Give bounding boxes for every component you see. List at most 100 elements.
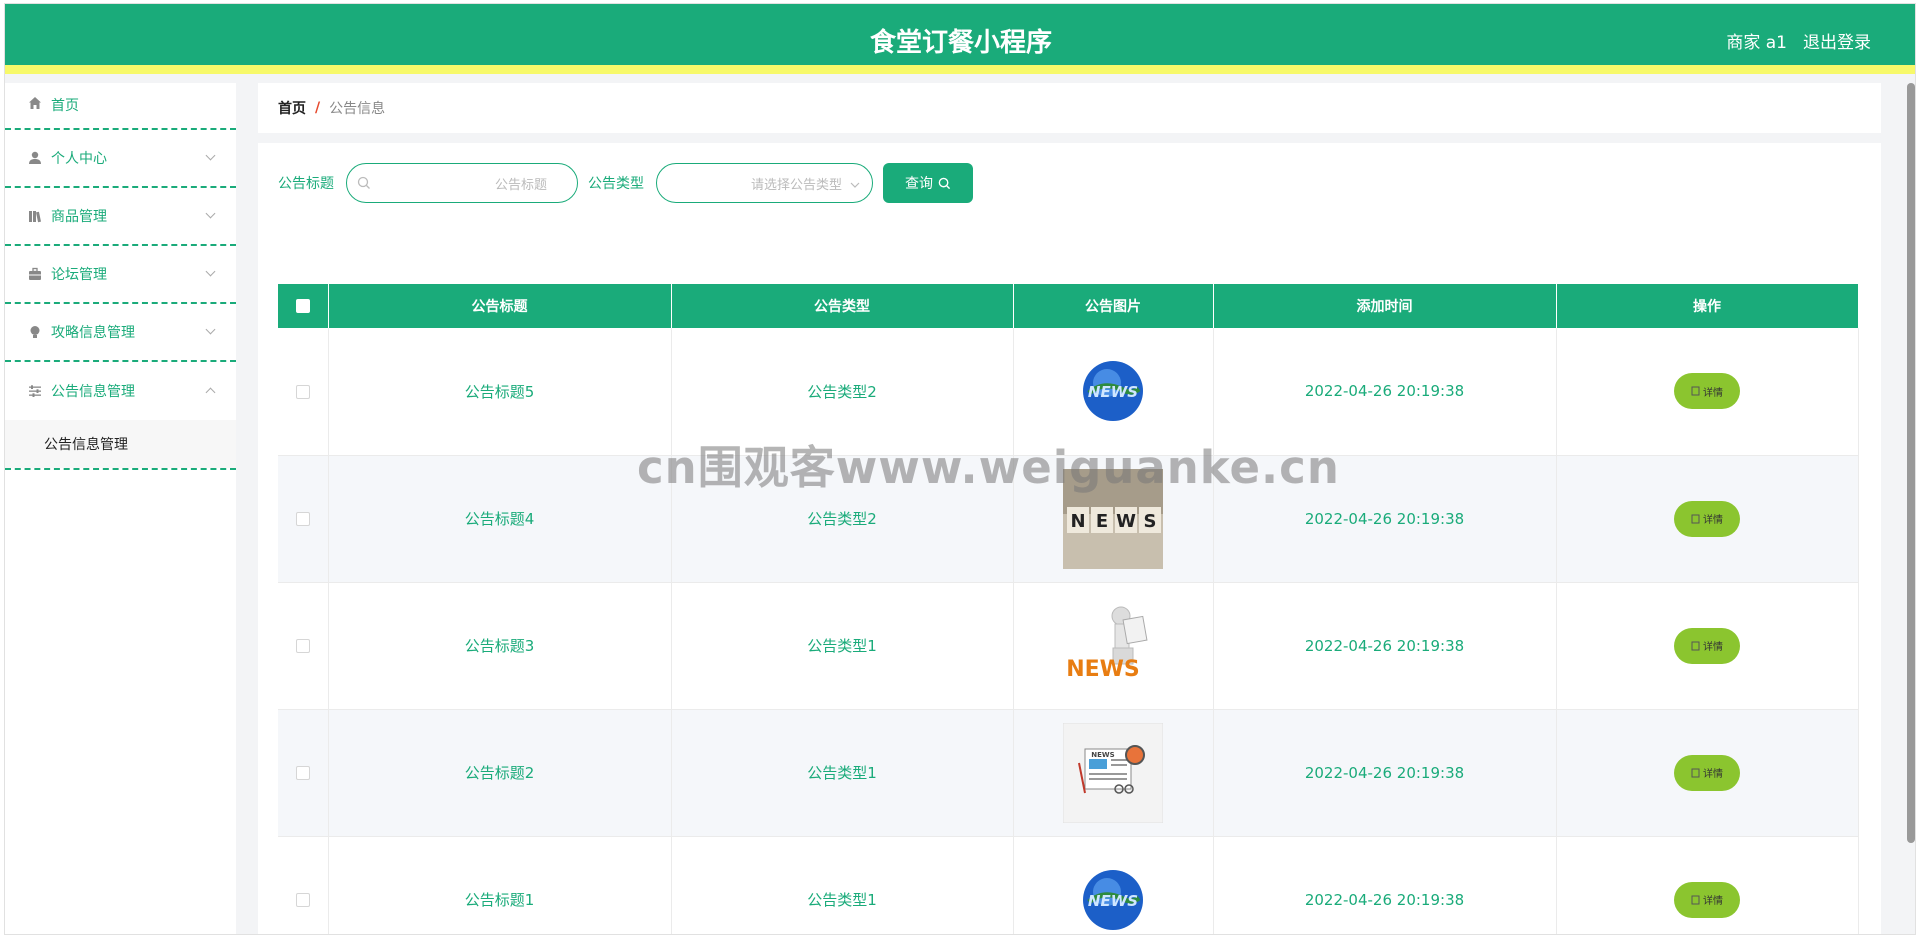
row-select-cell [278, 328, 329, 456]
detail-button-label: 详情 [1703, 769, 1723, 780]
list-panel: 公告标题 公告标题 公告类型 请选择公告类型 查询 公告标题 公告类型 公告图片… [258, 143, 1881, 935]
image-cell: NEWS [1013, 582, 1214, 710]
type-cell: 公告类型1 [671, 709, 1014, 837]
svg-text:NEWS: NEWS [1091, 751, 1114, 759]
row-checkbox[interactable] [295, 766, 310, 780]
time-cell: 2022-04-26 20:19:38 [1213, 328, 1557, 456]
select-all-checkbox[interactable] [295, 299, 310, 313]
sidebar-item-label: 公告信息管理 [51, 384, 135, 400]
row-checkbox[interactable] [295, 639, 310, 653]
type-select[interactable]: 请选择公告类型 [656, 163, 873, 203]
detail-button[interactable]: 详情 [1674, 627, 1740, 664]
sidebar-item-label: 个人中心 [51, 151, 107, 167]
scrollbar-thumb[interactable] [1907, 83, 1915, 843]
sidebar: 首页 个人中心 商品管理 论坛管理 攻略信息管理 公告信息管理 公告信息管理 [5, 83, 236, 934]
sidebar-group-notice: 公告信息管理 公告信息管理 [5, 362, 236, 470]
submenu-item-notice-management[interactable]: 公告信息管理 [5, 420, 236, 468]
type-cell: 公告类型2 [671, 328, 1014, 456]
time-cell: 2022-04-26 20:19:38 [1213, 836, 1557, 934]
document-icon [1691, 386, 1700, 396]
current-user: 商家 a1 [1726, 33, 1787, 53]
globe-news-image[interactable]: NEWS [1063, 341, 1163, 441]
row-select-cell [278, 582, 329, 710]
logout-link[interactable]: 退出登录 [1803, 28, 1871, 53]
breadcrumb-separator: / [315, 100, 321, 116]
row-checkbox[interactable] [295, 893, 310, 907]
table-row: 公告标题2 公告类型1 NEWS 2022-04-26 20:19:38 详情 [278, 709, 1859, 837]
briefcase-icon [27, 266, 43, 282]
title-cell: 公告标题1 [328, 836, 672, 934]
title-cell: 公告标题3 [328, 582, 672, 710]
document-icon [1691, 895, 1700, 905]
time-cell: 2022-04-26 20:19:38 [1213, 455, 1557, 583]
detail-button[interactable]: 详情 [1674, 881, 1740, 918]
detail-button[interactable]: 详情 [1674, 500, 1740, 537]
row-select-cell [278, 709, 329, 837]
query-button-label: 查询 [905, 176, 933, 192]
sidebar-item-label: 商品管理 [51, 209, 107, 225]
app-window: 食堂订餐小程序 商家 a1 退出登录 首页 个人中心 商品管理 论坛管理 攻略信… [4, 3, 1916, 935]
home-icon [27, 95, 43, 111]
lightbulb-icon [27, 324, 43, 340]
chevron-down-icon [205, 208, 216, 219]
image-cell: NEWS [1013, 455, 1214, 583]
sidebar-item-label: 首页 [51, 98, 79, 114]
row-select-cell [278, 455, 329, 583]
type-filter-label: 公告类型 [588, 176, 644, 192]
globe-news-image[interactable]: NEWS [1063, 850, 1163, 935]
title-search-placeholder: 公告标题 [494, 177, 547, 193]
type-cell: 公告类型1 [671, 836, 1014, 934]
detail-button-label: 详情 [1703, 896, 1723, 907]
sidebar-item-home[interactable]: 首页 [5, 83, 236, 130]
detail-button[interactable]: 详情 [1674, 754, 1740, 791]
action-cell: 详情 [1556, 328, 1859, 456]
title-filter-label: 公告标题 [278, 176, 334, 192]
search-icon [357, 176, 371, 194]
user-icon [27, 150, 43, 166]
image-cell: NEWS [1013, 836, 1214, 935]
sidebar-item-guide[interactable]: 攻略信息管理 [5, 304, 236, 362]
chevron-down-icon [205, 324, 216, 335]
news-cubes-image[interactable]: NEWS [1063, 468, 1163, 569]
table-row: 公告标题5 公告类型2 NEWS 2022-04-26 20:19:38 详情 [278, 328, 1859, 456]
detail-button[interactable]: 详情 [1674, 373, 1740, 410]
svg-text:N: N [1070, 511, 1085, 532]
image-cell: NEWS [1013, 328, 1214, 456]
title-search-input[interactable]: 公告标题 [346, 163, 578, 203]
chevron-up-icon [205, 387, 216, 398]
svg-text:NEWS: NEWS [1088, 383, 1138, 401]
svg-text:W: W [1116, 511, 1136, 532]
title-cell: 公告标题5 [328, 328, 672, 456]
vertical-scrollbar[interactable] [1907, 83, 1915, 843]
sidebar-item-goods[interactable]: 商品管理 [5, 188, 236, 246]
column-header: 公告图片 [1013, 284, 1214, 328]
search-bar: 公告标题 公告标题 公告类型 请选择公告类型 查询 [278, 163, 973, 203]
search-icon [938, 177, 951, 190]
books-icon [27, 208, 43, 224]
row-checkbox[interactable] [295, 512, 310, 526]
type-select-placeholder: 请选择公告类型 [750, 177, 842, 193]
type-cell: 公告类型1 [671, 582, 1014, 710]
table-row: 公告标题3 公告类型1 NEWS 2022-04-26 20:19:38 详情 [278, 582, 1859, 710]
chevron-down-icon [205, 150, 216, 161]
type-cell: 公告类型2 [671, 455, 1014, 583]
sidebar-item-forum[interactable]: 论坛管理 [5, 246, 236, 304]
row-select-cell [278, 836, 329, 934]
breadcrumb-home[interactable]: 首页 [278, 98, 306, 118]
newspaper-image[interactable]: NEWS [1062, 722, 1164, 823]
sidebar-item-notice[interactable]: 公告信息管理 [5, 362, 236, 420]
notice-table: 公告标题 公告类型 公告图片 添加时间 操作 公告标题5 公告类型2 NEWS … [278, 284, 1859, 935]
svg-text:NEWS: NEWS [1088, 892, 1138, 910]
select-all-header [278, 284, 329, 328]
column-header: 公告标题 [328, 284, 672, 328]
image-cell: NEWS [1013, 709, 1214, 837]
chevron-down-icon [850, 178, 860, 194]
query-button[interactable]: 查询 [883, 163, 973, 203]
document-icon [1691, 768, 1700, 778]
news-figure-image[interactable]: NEWS [1063, 596, 1163, 696]
breadcrumb: 首页 / 公告信息 [258, 83, 1881, 133]
row-checkbox[interactable] [295, 384, 310, 399]
column-header: 操作 [1556, 284, 1859, 328]
sidebar-item-personal-center[interactable]: 个人中心 [5, 130, 236, 188]
action-cell: 详情 [1556, 836, 1859, 934]
